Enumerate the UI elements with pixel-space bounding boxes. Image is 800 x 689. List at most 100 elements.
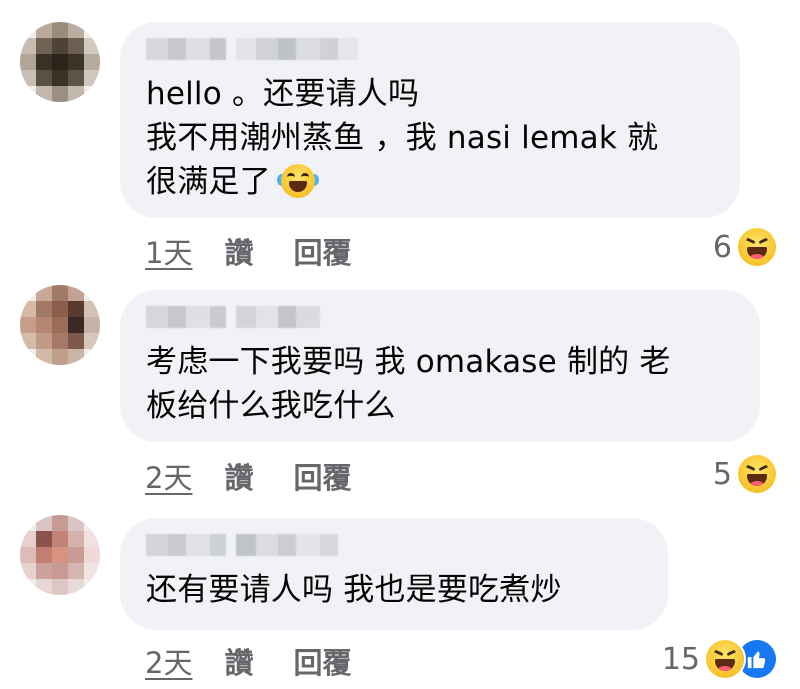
avatar-pixel	[36, 579, 52, 595]
author-name-redacted[interactable]	[146, 306, 732, 328]
comment-time-link[interactable]: 2天	[145, 455, 192, 497]
name-blur-block	[296, 534, 320, 556]
avatar[interactable]	[20, 515, 100, 595]
reply-button[interactable]: 回覆	[293, 230, 351, 272]
reply-button[interactable]: 回覆	[293, 640, 351, 682]
avatar-pixel	[52, 285, 68, 301]
avatar-pixel	[20, 86, 36, 102]
avatar-pixel	[52, 547, 68, 563]
avatar-pixel	[68, 301, 84, 317]
avatar-pixel	[20, 531, 36, 547]
name-blur-block	[338, 38, 358, 60]
name-blur-block	[256, 306, 278, 328]
like-button[interactable]: 讚	[224, 455, 253, 497]
name-blur-block	[210, 534, 226, 556]
name-blur-block	[186, 534, 210, 556]
avatar-pixel	[52, 70, 68, 86]
avatar-pixel	[36, 301, 52, 317]
reaction-summary[interactable]: 5	[713, 455, 776, 493]
avatar-pixel	[36, 285, 52, 301]
comment-actions: 1天 讚 回覆	[145, 230, 351, 272]
avatar-pixel	[84, 317, 100, 333]
avatar-pixel	[84, 38, 100, 54]
avatar-pixel	[36, 70, 52, 86]
avatar-pixel	[20, 54, 36, 70]
comment-time-link[interactable]: 2天	[145, 640, 192, 682]
avatar-pixel	[68, 38, 84, 54]
avatar-pixel	[84, 349, 100, 365]
comment-line: 我不用潮州蒸鱼 ，我 nasi lemak 就	[146, 120, 659, 156]
name-blur-block	[296, 38, 320, 60]
comment-bubble: 考虑一下我要吗 我 omakase 制的 老 板给什么我吃什么	[120, 290, 760, 442]
avatar-pixel	[68, 317, 84, 333]
avatar[interactable]	[20, 22, 100, 102]
name-blur-block	[320, 38, 338, 60]
like-button[interactable]: 讚	[224, 230, 253, 272]
author-name-redacted[interactable]	[146, 38, 712, 60]
comment-thread: hello 。还要请人吗 我不用潮州蒸鱼 ，我 nasi lemak 就 很满足…	[0, 0, 800, 689]
avatar-pixel	[36, 38, 52, 54]
avatar-pixel	[20, 579, 36, 595]
avatar-pixel	[52, 317, 68, 333]
like-button[interactable]: 讚	[224, 640, 253, 682]
avatar-pixel	[84, 54, 100, 70]
avatar-pixel	[52, 301, 68, 317]
comment-line: 很满足了	[146, 164, 271, 200]
avatar-pixel	[20, 547, 36, 563]
reaction-count: 15	[661, 641, 700, 677]
haha-emoji	[706, 640, 744, 678]
name-blur-block	[146, 38, 168, 60]
avatar-pixel	[84, 333, 100, 349]
reaction-summary[interactable]: 15	[662, 640, 776, 678]
comment-bubble: 还有要请人吗 我也是要吃煮炒	[120, 518, 668, 630]
avatar-pixel	[68, 349, 84, 365]
avatar-pixel	[36, 349, 52, 365]
avatar-pixel	[68, 285, 84, 301]
avatar-pixel	[52, 563, 68, 579]
avatar-pixel	[36, 515, 52, 531]
comment-bubble: hello 。还要请人吗 我不用潮州蒸鱼 ，我 nasi lemak 就 很满足…	[120, 22, 740, 218]
author-name-redacted[interactable]	[146, 534, 640, 556]
avatar-pixel	[84, 86, 100, 102]
avatar-pixel	[84, 579, 100, 595]
comment-time-link[interactable]: 1天	[145, 230, 192, 272]
name-blur-block	[186, 38, 210, 60]
avatar-pixel	[36, 22, 52, 38]
reaction-summary[interactable]: 6	[713, 228, 776, 266]
comment-text: 考虑一下我要吗 我 omakase 制的 老 板给什么我吃什么	[146, 340, 732, 428]
name-blur-block	[320, 534, 338, 556]
avatar-pixel	[20, 333, 36, 349]
avatar-pixel	[20, 515, 36, 531]
name-blur-block	[168, 306, 186, 328]
avatar-pixel	[84, 547, 100, 563]
reply-button[interactable]: 回覆	[293, 455, 351, 497]
avatar-pixel	[20, 38, 36, 54]
avatar-pixel	[68, 515, 84, 531]
avatar[interactable]	[20, 285, 100, 365]
avatar-pixel	[36, 547, 52, 563]
avatar-pixel	[36, 531, 52, 547]
avatar-pixel	[68, 547, 84, 563]
avatar-pixel	[84, 563, 100, 579]
avatar-pixel	[68, 54, 84, 70]
name-blur-block	[256, 38, 278, 60]
avatar-pixel	[68, 22, 84, 38]
avatar-pixel	[52, 38, 68, 54]
avatar-pixel	[84, 285, 100, 301]
avatar-pixel	[52, 333, 68, 349]
avatar-pixel	[52, 531, 68, 547]
name-blur-block	[146, 534, 168, 556]
comment-text: hello 。还要请人吗 我不用潮州蒸鱼 ，我 nasi lemak 就 很满足…	[146, 72, 712, 204]
avatar-pixel	[36, 563, 52, 579]
name-blur-block	[168, 534, 186, 556]
name-blur-block	[210, 38, 226, 60]
comment-actions: 2天 讚 回覆	[145, 640, 351, 682]
avatar-pixel	[52, 579, 68, 595]
reaction-count: 6	[712, 229, 732, 265]
avatar-pixel	[52, 86, 68, 102]
avatar-pixel	[68, 333, 84, 349]
name-blur-block	[236, 38, 256, 60]
avatar-pixel	[36, 54, 52, 70]
avatar-pixel	[84, 531, 100, 547]
name-blur-block	[256, 534, 278, 556]
